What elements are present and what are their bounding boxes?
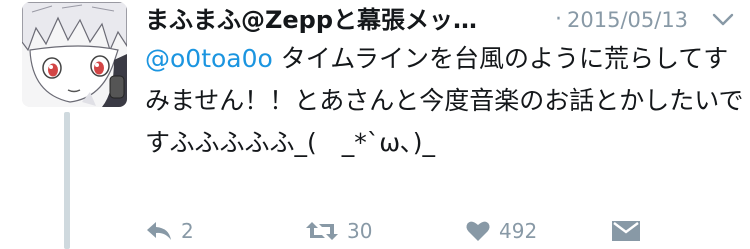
avatar[interactable]	[22, 2, 127, 107]
reply-button[interactable]: 2	[145, 213, 194, 249]
tweet-header: まふまふ@Zeppと幕張メッ… · 2015/05/13	[145, 4, 745, 40]
avatar-illustration	[22, 2, 127, 107]
reply-icon	[147, 222, 171, 240]
reply-count: 2	[181, 219, 194, 243]
display-name[interactable]: まふまふ@Zeppと幕張メッ…	[145, 4, 485, 36]
like-button[interactable]: 492	[465, 213, 537, 249]
retweet-count: 30	[347, 219, 373, 243]
direct-message-button[interactable]	[611, 213, 641, 249]
tweet[interactable]: まふまふ@Zeppと幕張メッ… · 2015/05/13 @o0toa0o タイ…	[0, 0, 750, 249]
thread-line	[64, 112, 70, 249]
heart-icon	[466, 221, 490, 241]
envelope-icon	[612, 221, 640, 241]
retweet-button[interactable]: 30	[305, 213, 372, 249]
separator-dot: ·	[555, 7, 562, 32]
like-count: 492	[499, 219, 538, 243]
chevron-down-icon[interactable]	[711, 8, 735, 32]
tweet-text: @o0toa0o タイムラインを台風のように荒らしてすみません！！とあさんと今度…	[145, 38, 745, 164]
retweet-icon	[306, 222, 338, 240]
tweet-actions: 2 30 492	[145, 213, 745, 249]
mention-link[interactable]: @o0toa0o	[145, 44, 273, 73]
tweet-date[interactable]: 2015/05/13	[567, 4, 688, 36]
